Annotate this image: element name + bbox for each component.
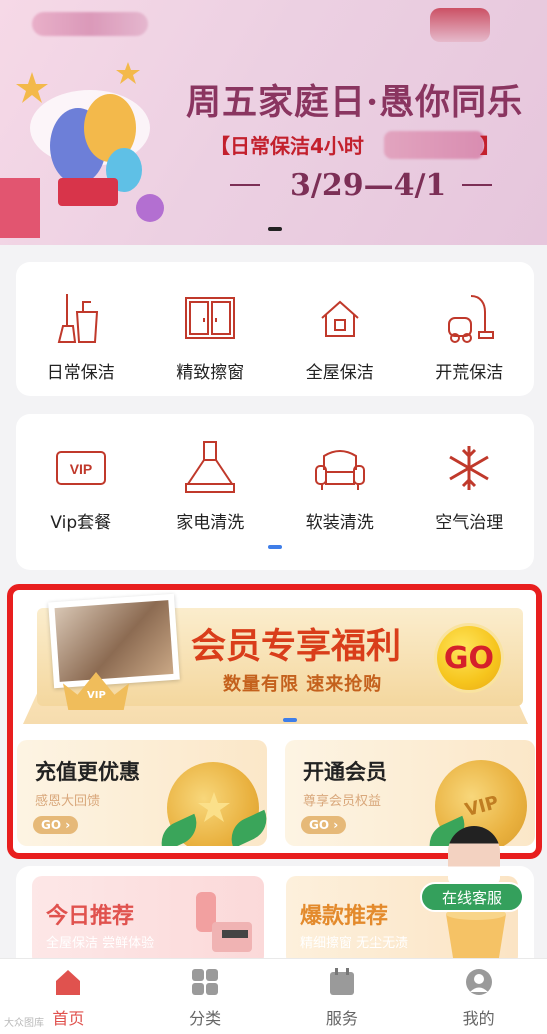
tab-label: 分类: [189, 1009, 222, 1028]
calendar-icon: [329, 968, 354, 995]
dash-left: [230, 184, 260, 186]
tab-profile[interactable]: 我的: [410, 959, 547, 1034]
tab-label: 我的: [462, 1009, 495, 1028]
category-label: 精致擦窗: [176, 363, 245, 383]
category-label: 日常保洁: [46, 363, 115, 383]
tab-label: 服务: [325, 1009, 358, 1028]
user-icon: [465, 969, 492, 995]
card-subtitle: 尊享会员权益: [303, 794, 382, 809]
promo-page-indicator: [283, 718, 297, 722]
highlighted-member-section: VIP 会员专享福利 数量有限 速来抢购 GO 充值更优惠 感恩大回馈 GO ›…: [7, 584, 542, 859]
rec-subtitle: 精细擦窗 无尘无渍: [300, 936, 409, 951]
membership-card[interactable]: VIP 开通会员 尊享会员权益 GO ›: [285, 740, 535, 846]
category-daily-cleaning[interactable]: 日常保洁: [21, 290, 141, 383]
grid-icon: [192, 969, 219, 995]
window-icon: [185, 297, 236, 339]
home-icon: [56, 970, 81, 995]
dash-right: [462, 184, 492, 186]
blurred-label: [32, 12, 148, 36]
banner-subtitle-end: 】: [480, 134, 500, 158]
tab-label: 首页: [52, 1009, 85, 1028]
go-button[interactable]: GO: [437, 626, 501, 690]
tab-categories[interactable]: 分类: [137, 959, 274, 1034]
category-deep-cleaning[interactable]: 开荒保洁: [409, 290, 529, 383]
banner-subtitle: 【日常保洁4小时: [210, 134, 364, 158]
rec-title: 今日推荐: [46, 904, 135, 929]
carousel-indicator: [268, 227, 282, 231]
recharge-card[interactable]: 充值更优惠 感恩大回馈 GO ›: [17, 740, 267, 846]
promo-photo: [48, 593, 180, 689]
card-go-button[interactable]: GO ›: [301, 816, 347, 834]
category-air-treatment[interactable]: 空气治理: [409, 440, 529, 533]
category-label: 软装清洗: [305, 513, 374, 533]
star-icon: [198, 792, 230, 822]
category-window-cleaning[interactable]: 精致擦窗: [150, 290, 270, 383]
banner-dates: 3/29—4/1: [290, 168, 447, 203]
range-hood-icon: [185, 441, 236, 493]
category-appliance-cleaning[interactable]: 家电清洗: [150, 440, 270, 533]
card-go-button[interactable]: GO ›: [33, 816, 79, 834]
category-label: 家电清洗: [176, 513, 245, 533]
page-indicator: [268, 545, 282, 549]
category-label: 开荒保洁: [435, 363, 504, 383]
blurred-badge: [430, 8, 490, 42]
sofa-icon: [314, 450, 365, 490]
service-category-card-2: VIP Vip套餐 家电清洗 软装清洗 空气治理: [16, 414, 534, 570]
member-promo-banner[interactable]: VIP 会员专享福利 数量有限 速来抢购 GO: [23, 593, 528, 728]
card-title: 充值更优惠: [35, 760, 140, 784]
broom-bucket-icon: [57, 294, 98, 343]
rec-subtitle: 全屋保洁 尝鲜体验: [46, 936, 155, 951]
vip-card-icon: VIP: [55, 451, 106, 485]
vacuum-icon: [448, 295, 495, 343]
blurred-subtitle-text: [384, 131, 484, 159]
hero-banner[interactable]: 周五家庭日·愚你同乐 【日常保洁4小时 】 3/29—4/1: [0, 0, 547, 245]
tab-services[interactable]: 服务: [274, 959, 411, 1034]
watermark: 大众图库: [4, 1018, 44, 1029]
card-subtitle: 感恩大回馈: [35, 794, 101, 809]
svg-text:VIP: VIP: [69, 461, 92, 477]
online-customer-service-button[interactable]: 在线客服: [420, 882, 524, 912]
snowflake-icon: [449, 446, 490, 490]
crown-label: VIP: [87, 690, 106, 701]
today-recommendation[interactable]: 今日推荐 全屋保洁 尝鲜体验: [32, 876, 264, 966]
category-vip-package[interactable]: VIP Vip套餐: [21, 440, 141, 533]
card-title: 开通会员: [303, 760, 387, 784]
balloon-illustration: [0, 62, 164, 238]
promo-subtitle: 数量有限 速来抢购: [223, 674, 383, 695]
category-label: Vip套餐: [50, 513, 112, 533]
customer-service-avatar[interactable]: [448, 826, 500, 884]
category-label: 全屋保洁: [305, 363, 374, 383]
category-whole-house-cleaning[interactable]: 全屋保洁: [280, 290, 400, 383]
promo-title: 会员专享福利: [191, 627, 402, 667]
category-upholstery-cleaning[interactable]: 软装清洗: [280, 440, 400, 533]
banner-title: 周五家庭日·愚你同乐: [186, 82, 524, 123]
rec-title: 爆款推荐: [300, 904, 389, 929]
cleaning-tools-icon: [196, 892, 252, 952]
house-icon: [321, 300, 359, 337]
service-category-card-1: 日常保洁 精致擦窗 全屋保洁 开荒保洁: [16, 262, 534, 396]
bottom-tab-bar: 首页 分类 服务 我的: [0, 958, 547, 1034]
category-label: 空气治理: [435, 513, 504, 533]
